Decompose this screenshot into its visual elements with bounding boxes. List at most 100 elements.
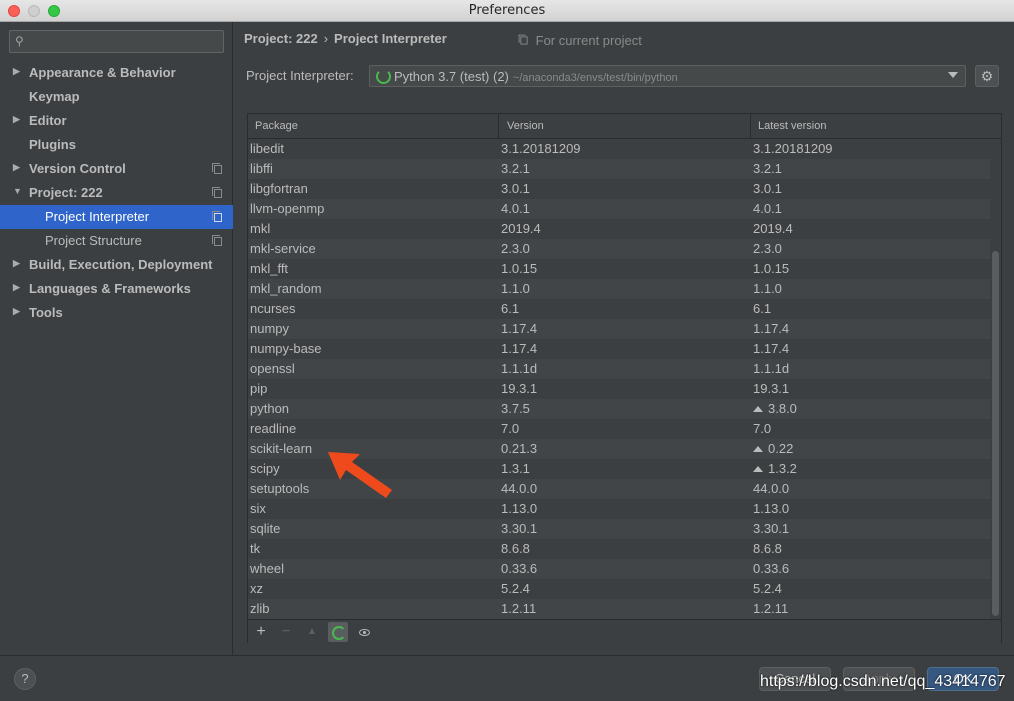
settings-search-input[interactable]: ⚲ — [9, 30, 224, 53]
expand-arrow-icon[interactable]: ▶ — [13, 282, 20, 293]
breadcrumb-page: Project Interpreter — [334, 31, 447, 46]
latest-version-cell: 2.3.0 — [753, 241, 782, 256]
cell-text: 0.21.3 — [501, 441, 538, 456]
table-row[interactable]: libffi 3.2.1 3.2.1 — [248, 159, 990, 179]
package-name-cell: llvm-openmp — [250, 201, 324, 216]
sidebar-item-project[interactable]: ▼ Project: 222 — [0, 181, 233, 205]
table-row[interactable]: readline 7.0 7.0 — [248, 419, 990, 439]
cell-text: mkl_fft — [250, 261, 289, 276]
sidebar-item-appearance-behavior[interactable]: ▶ Appearance & Behavior — [0, 61, 233, 85]
cell-text: 1.17.4 — [753, 341, 790, 356]
collapse-arrow-icon[interactable]: ▼ — [13, 186, 22, 196]
version-cell: 1.17.4 — [501, 341, 537, 356]
cell-text: 4.0.1 — [501, 201, 530, 216]
table-row[interactable]: python 3.7.5 3.8.0 — [248, 399, 990, 419]
table-row[interactable]: numpy-base 1.17.4 1.17.4 — [248, 339, 990, 359]
interpreter-settings-button[interactable]: ⚙ — [975, 65, 999, 87]
table-row[interactable]: xz 5.2.4 5.2.4 — [248, 579, 990, 599]
sidebar-item-languages-frameworks[interactable]: ▶ Languages & Frameworks — [0, 277, 233, 301]
table-row[interactable]: numpy 1.17.4 1.17.4 — [248, 319, 990, 339]
cell-text: 3.8.0 — [768, 401, 797, 416]
table-row[interactable]: zlib 1.2.11 1.2.11 — [248, 599, 990, 619]
table-row[interactable]: ncurses 6.1 6.1 — [248, 299, 990, 319]
cell-text: 5.2.4 — [753, 581, 782, 596]
cell-text: 8.6.8 — [753, 541, 782, 556]
upgrade-available-icon — [753, 446, 763, 452]
table-row[interactable]: libedit 3.1.20181209 3.1.20181209 — [248, 139, 990, 159]
sidebar-item-project-structure[interactable]: Project Structure — [0, 229, 233, 253]
sidebar-item-project-interpreter[interactable]: Project Interpreter — [0, 205, 233, 229]
cell-text: pip — [250, 381, 268, 396]
sidebar-item-label: Appearance & Behavior — [29, 65, 176, 80]
upgrade-available-icon — [753, 406, 763, 412]
cell-text: 1.0.15 — [753, 261, 790, 276]
expand-arrow-icon[interactable]: ▶ — [13, 114, 20, 125]
table-row[interactable]: mkl_random 1.1.0 1.1.0 — [248, 279, 990, 299]
package-name-cell: wheel — [250, 561, 284, 576]
expand-arrow-icon[interactable]: ▶ — [13, 66, 20, 77]
expand-arrow-icon[interactable]: ▶ — [13, 258, 20, 269]
version-cell: 19.3.1 — [501, 381, 537, 396]
expand-arrow-icon[interactable]: ▶ — [13, 162, 20, 173]
cell-text: 3.2.1 — [501, 161, 530, 176]
sidebar-item-plugins[interactable]: Plugins — [0, 133, 233, 157]
version-cell: 3.0.1 — [501, 181, 530, 196]
cell-text: libedit — [250, 141, 284, 156]
cell-text: 3.1.20181209 — [753, 141, 833, 156]
search-icon: ⚲ — [15, 34, 24, 48]
sidebar-item-editor[interactable]: ▶ Editor — [0, 109, 233, 133]
table-row[interactable]: mkl 2019.4 2019.4 — [248, 219, 990, 239]
table-row[interactable]: six 1.13.0 1.13.0 — [248, 499, 990, 519]
refresh-button[interactable] — [328, 622, 348, 642]
table-row[interactable]: wheel 0.33.6 0.33.6 — [248, 559, 990, 579]
sidebar-item-keymap[interactable]: Keymap — [0, 85, 233, 109]
eye-icon — [359, 629, 370, 636]
table-row[interactable]: mkl-service 2.3.0 2.3.0 — [248, 239, 990, 259]
latest-version-cell: 8.6.8 — [753, 541, 782, 556]
cell-text: 2019.4 — [753, 221, 793, 236]
cell-text: 1.17.4 — [501, 341, 538, 356]
upgrade-package-button[interactable]: ▲ — [302, 622, 322, 642]
dropdown-arrow-icon[interactable] — [948, 72, 958, 78]
sidebar-item-tools[interactable]: ▶ Tools — [0, 301, 233, 325]
settings-sidebar: ⚲ ▶ Appearance & Behavior Keymap ▶ Edito… — [0, 22, 233, 655]
latest-version-cell: 1.13.0 — [753, 501, 789, 516]
sidebar-item-build-execution-deployment[interactable]: ▶ Build, Execution, Deployment — [0, 253, 233, 277]
sidebar-item-label: Languages & Frameworks — [29, 281, 191, 296]
annotation-arrow-icon — [328, 452, 392, 498]
table-row[interactable]: openssl 1.1.1d 1.1.1d — [248, 359, 990, 379]
column-header-version[interactable]: Version — [507, 120, 544, 132]
table-row[interactable]: libgfortran 3.0.1 3.0.1 — [248, 179, 990, 199]
cell-text: 3.7.5 — [501, 401, 530, 416]
package-name-cell: libgfortran — [250, 181, 308, 196]
table-row[interactable]: tk 8.6.8 8.6.8 — [248, 539, 990, 559]
table-row[interactable]: sqlite 3.30.1 3.30.1 — [248, 519, 990, 539]
cell-text: 1.17.4 — [501, 321, 538, 336]
latest-version-cell: 6.1 — [753, 301, 771, 316]
cell-text: 3.30.1 — [501, 521, 538, 536]
table-row[interactable]: mkl_fft 1.0.15 1.0.15 — [248, 259, 990, 279]
table-row[interactable]: pip 19.3.1 19.3.1 — [248, 379, 990, 399]
sidebar-item-label: Build, Execution, Deployment — [29, 257, 213, 272]
help-button[interactable]: ? — [14, 668, 36, 690]
table-row[interactable]: llvm-openmp 4.0.1 4.0.1 — [248, 199, 990, 219]
interpreter-select[interactable]: Python 3.7 (test) (2) ~/anaconda3/envs/te… — [369, 65, 966, 87]
cell-text: scikit-learn — [250, 441, 313, 456]
cell-text: 1.1.0 — [501, 281, 530, 296]
show-early-releases-button[interactable] — [354, 622, 374, 642]
expand-arrow-icon[interactable]: ▶ — [13, 306, 20, 317]
latest-version-cell: 4.0.1 — [753, 201, 782, 216]
column-header-package[interactable]: Package — [255, 120, 298, 132]
version-cell: 3.7.5 — [501, 401, 530, 416]
column-header-latest-version[interactable]: Latest version — [758, 120, 826, 132]
cell-text: llvm-openmp — [250, 201, 325, 216]
remove-package-button[interactable]: − — [276, 622, 296, 642]
main-panel: Project: 222 › Project Interpreter For cur… — [234, 22, 1014, 655]
package-name-cell: xz — [250, 581, 263, 596]
cell-text: 1.1.0 — [753, 281, 782, 296]
sidebar-item-version-control[interactable]: ▶ Version Control — [0, 157, 233, 181]
cell-text: setuptools — [250, 481, 310, 496]
table-scrollbar[interactable] — [992, 251, 999, 616]
cell-text: 1.1.1d — [501, 361, 538, 376]
add-package-button[interactable]: + — [251, 622, 271, 642]
